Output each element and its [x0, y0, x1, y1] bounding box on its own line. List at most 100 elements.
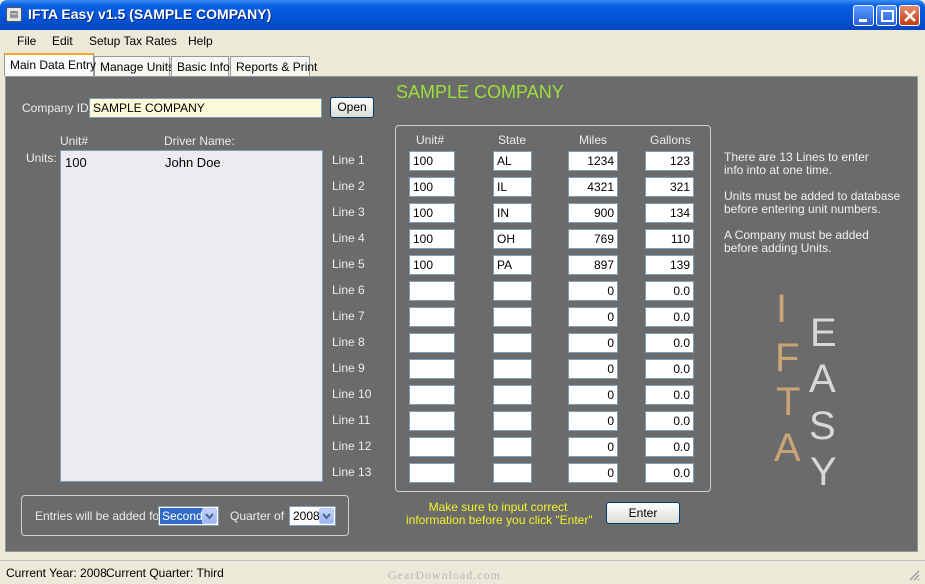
maximize-button[interactable]	[876, 5, 897, 26]
gallons-field[interactable]: 0.0	[645, 437, 694, 457]
quarter-select[interactable]: Second	[158, 506, 219, 526]
minimize-button[interactable]	[853, 5, 874, 26]
line-label: Line 9	[332, 361, 365, 375]
unit-field[interactable]: 100	[409, 177, 455, 197]
state-field[interactable]	[493, 281, 532, 301]
line-label: Line 6	[332, 283, 365, 297]
driver-name: John Doe	[165, 155, 221, 170]
gallons-field[interactable]: 123	[645, 151, 694, 171]
close-button[interactable]	[899, 5, 920, 26]
menu-help[interactable]: Help	[188, 34, 213, 48]
chevron-down-icon[interactable]	[202, 508, 217, 524]
unit-field[interactable]	[409, 333, 455, 353]
unit-field[interactable]: 100	[409, 151, 455, 171]
unit-field[interactable]	[409, 385, 455, 405]
miles-field[interactable]: 769	[568, 229, 618, 249]
state-field[interactable]	[493, 359, 532, 379]
gallons-field[interactable]: 0.0	[645, 463, 694, 483]
menu-file[interactable]: File	[17, 34, 36, 48]
list-item[interactable]: 100 John Doe	[61, 153, 322, 171]
company-id-label: Company ID:	[22, 101, 93, 115]
state-field[interactable]	[493, 307, 532, 327]
miles-field[interactable]: 897	[568, 255, 618, 275]
chevron-down-icon[interactable]	[319, 508, 334, 524]
grid-header-miles: Miles	[579, 133, 608, 147]
state-field[interactable]	[493, 437, 532, 457]
unit-field[interactable]	[409, 281, 455, 301]
miles-field[interactable]: 0	[568, 437, 618, 457]
unit-field[interactable]: 100	[409, 229, 455, 249]
state-field[interactable]	[493, 411, 532, 431]
miles-field[interactable]: 0	[568, 463, 618, 483]
state-field[interactable]: PA	[493, 255, 532, 275]
line-label: Line 4	[332, 231, 365, 245]
miles-field[interactable]: 0	[568, 359, 618, 379]
miles-field[interactable]: 0	[568, 307, 618, 327]
gallons-field[interactable]: 321	[645, 177, 694, 197]
state-field[interactable]	[493, 463, 532, 483]
miles-field[interactable]: 0	[568, 333, 618, 353]
gallons-field[interactable]: 0.0	[645, 385, 694, 405]
resize-grip-icon[interactable]	[907, 568, 921, 582]
gallons-field[interactable]: 134	[645, 203, 694, 223]
logo-letter: E	[810, 311, 837, 355]
open-button[interactable]: Open	[330, 97, 374, 118]
state-field[interactable]: AL	[493, 151, 532, 171]
unit-field[interactable]: 100	[409, 255, 455, 275]
maximize-icon	[881, 10, 894, 22]
grid-header-gallons: Gallons	[650, 133, 691, 147]
miles-field[interactable]: 4321	[568, 177, 618, 197]
state-field[interactable]	[493, 333, 532, 353]
enter-button[interactable]: Enter	[606, 502, 680, 524]
company-heading: SAMPLE COMPANY	[396, 82, 564, 102]
tab-reports-print[interactable]: Reports & Print	[230, 56, 317, 76]
menu-edit[interactable]: Edit	[52, 34, 73, 48]
gallons-field[interactable]: 110	[645, 229, 694, 249]
tab-main-data-entry[interactable]: Main Data Entry	[4, 53, 96, 76]
info-lines-1: There are 13 Lines to enter	[724, 150, 869, 164]
miles-field[interactable]: 0	[568, 281, 618, 301]
unit-field[interactable]	[409, 463, 455, 483]
state-field[interactable]: IL	[493, 177, 532, 197]
units-label: Units:	[26, 151, 57, 165]
unit-field[interactable]	[409, 307, 455, 327]
notice-line-1: Make sure to input correct	[428, 500, 568, 514]
unit-field[interactable]: 100	[409, 203, 455, 223]
gallons-field[interactable]: 0.0	[645, 281, 694, 301]
title-bar[interactable]: ▤ IFTA Easy v1.5 (SAMPLE COMPANY)	[0, 0, 925, 30]
line-label: Line 2	[332, 179, 365, 193]
info-company-2: before adding Units.	[724, 241, 832, 255]
logo-letter: T	[776, 380, 801, 424]
state-field[interactable]	[493, 385, 532, 405]
unit-field[interactable]	[409, 437, 455, 457]
gallons-field[interactable]: 0.0	[645, 307, 694, 327]
menu-setup-tax-rates[interactable]: Setup Tax Rates	[89, 34, 177, 48]
gallons-field[interactable]: 0.0	[645, 411, 694, 431]
logo-letter: I	[776, 287, 788, 331]
gallons-field[interactable]: 0.0	[645, 359, 694, 379]
company-id-field[interactable]: SAMPLE COMPANY	[89, 98, 322, 118]
unit-field[interactable]	[409, 411, 455, 431]
unit-field[interactable]	[409, 359, 455, 379]
app-icon[interactable]: ▤	[6, 7, 22, 22]
info-company-1: A Company must be added	[724, 228, 869, 242]
unit-column-header: Unit#	[60, 134, 89, 148]
line-label: Line 8	[332, 335, 365, 349]
state-field[interactable]: IN	[493, 203, 532, 223]
logo-letter: S	[809, 404, 836, 448]
logo-letter: F	[775, 336, 800, 380]
miles-field[interactable]: 0	[568, 385, 618, 405]
quarter-of-label: Quarter of	[230, 509, 285, 523]
miles-field[interactable]: 0	[568, 411, 618, 431]
gallons-field[interactable]: 0.0	[645, 333, 694, 353]
tab-manage-units[interactable]: Manage Units	[94, 56, 174, 76]
state-field[interactable]: OH	[493, 229, 532, 249]
units-list[interactable]: 100 John Doe	[60, 150, 323, 482]
line-label: Line 3	[332, 205, 365, 219]
menu-bar: File Edit Setup Tax Rates Help	[0, 30, 925, 52]
miles-field[interactable]: 900	[568, 203, 618, 223]
miles-field[interactable]: 1234	[568, 151, 618, 171]
gallons-field[interactable]: 139	[645, 255, 694, 275]
tab-basic-info[interactable]: Basic Info	[171, 56, 230, 76]
year-select[interactable]: 2008	[289, 506, 336, 526]
